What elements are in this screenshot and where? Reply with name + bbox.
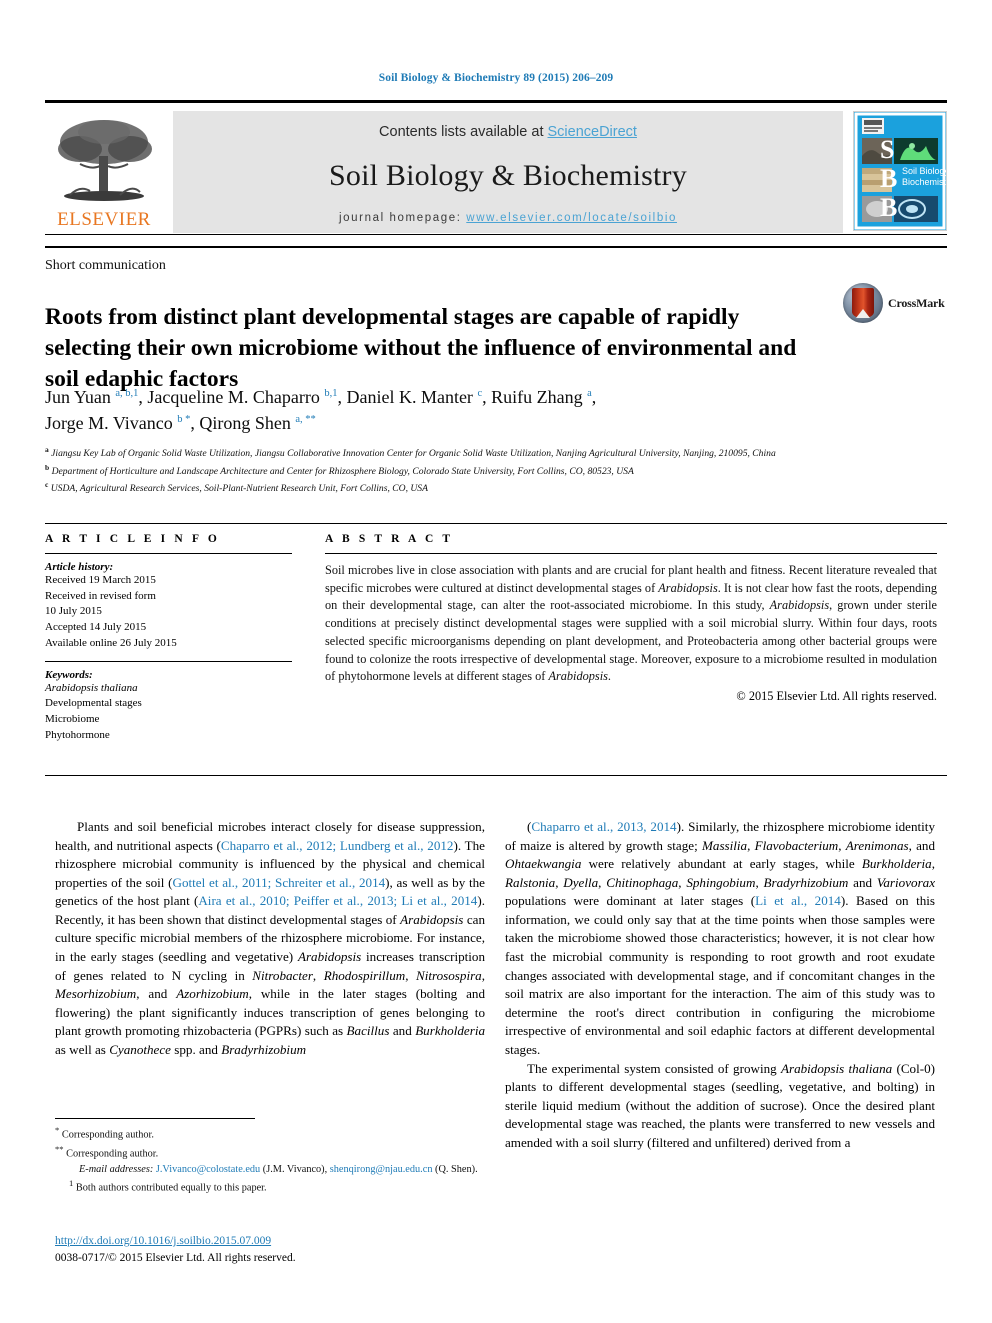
abstract-block: A B S T R A C T Soil microbes live in cl… xyxy=(325,533,937,704)
author-list: Jun Yuan a, b,1, Jacqueline M. Chaparro … xyxy=(45,384,845,436)
history-revised: Received in revised form xyxy=(45,589,156,602)
body-column-right: (Chaparro et al., 2013, 2014). Similarly… xyxy=(505,818,935,1152)
body-paragraph-1: Plants and soil beneficial microbes inte… xyxy=(55,819,486,1057)
article-section-type: Short communication xyxy=(45,258,166,273)
keyword-1: Developmental stages xyxy=(45,697,142,710)
journal-article-page: Soil Biology & Biochemistry 89 (2015) 20… xyxy=(0,0,992,1323)
history-revised-date: 10 July 2015 xyxy=(45,605,102,618)
contents-prefix: Contents lists available at xyxy=(379,124,548,140)
footnotes-block: * Corresponding author. ** Corresponding… xyxy=(55,1124,487,1196)
journal-title: Soil Biology & Biochemistry xyxy=(329,159,687,192)
info-top-rule xyxy=(45,523,947,524)
footnote-equal-contribution: 1 Both authors contributed equally to th… xyxy=(69,1178,267,1194)
article-head-rule xyxy=(45,246,947,248)
svg-text:B: B xyxy=(880,193,897,222)
svg-text:S: S xyxy=(880,135,894,164)
masthead-bottom-rule xyxy=(45,234,947,235)
affiliations: a Jiangsu Key Lab of Organic Solid Waste… xyxy=(45,444,935,497)
running-head: Soil Biology & Biochemistry 89 (2015) 20… xyxy=(378,72,614,84)
elsevier-tree-icon xyxy=(58,120,152,201)
footnote-separator xyxy=(55,1118,255,1119)
doi-link[interactable]: http://dx.doi.org/10.1016/j.soilbio.2015… xyxy=(55,1235,271,1247)
body-paragraph-3: The experimental system consisted of gro… xyxy=(505,1060,936,1150)
history-received: Received 19 March 2015 xyxy=(45,574,156,586)
crossmark-book-icon xyxy=(852,288,874,318)
elsevier-wordmark: ELSEVIER xyxy=(57,209,151,230)
body-column-left: Plants and soil beneficial microbes inte… xyxy=(55,818,485,1060)
abstract-heading: A B S T R A C T xyxy=(325,533,454,545)
keyword-2: Microbiome xyxy=(45,713,100,726)
footnote-corresponding-1: * Corresponding author. xyxy=(55,1125,154,1141)
affiliation-c: c USDA, Agricultural Research Services, … xyxy=(45,480,428,495)
footnote-corresponding-2: ** Corresponding author. xyxy=(55,1143,159,1160)
crossmark-label: CrossMark xyxy=(888,296,945,310)
history-accepted: Accepted 14 July 2015 xyxy=(45,621,147,634)
journal-homepage-link[interactable]: www.elsevier.com/locate/soilbio xyxy=(466,212,677,224)
history-online: Available online 26 July 2015 xyxy=(45,636,177,649)
article-info-block: A R T I C L E I N F O Article history: R… xyxy=(45,533,292,752)
journal-banner: Contents lists available at ScienceDirec… xyxy=(173,111,843,233)
abstract-copyright: © 2015 Elsevier Ltd. All rights reserved… xyxy=(736,688,937,703)
sciencedirect-link[interactable]: ScienceDirect xyxy=(548,124,637,140)
affiliation-a: a Jiangsu Key Lab of Organic Solid Waste… xyxy=(45,445,776,460)
doi-block: http://dx.doi.org/10.1016/j.soilbio.2015… xyxy=(55,1233,495,1266)
affiliation-b: b Department of Horticulture and Landsca… xyxy=(45,462,634,477)
keyword-3: Phytohormone xyxy=(45,728,110,741)
journal-cover-thumbnail[interactable]: S B B Soil Biology & Biochemistry xyxy=(853,111,947,231)
abstract-text: Soil microbes live in close association … xyxy=(325,563,937,684)
contents-available-line: Contents lists available at ScienceDirec… xyxy=(379,124,637,140)
abstract-bottom-rule xyxy=(45,775,947,776)
article-history-group: Article history: Received 19 March 2015 … xyxy=(45,554,292,661)
crossmark-circle-icon xyxy=(843,283,883,323)
author-line-2: Jorge M. Vivanco b *, Qirong Shen a, ** xyxy=(45,413,316,434)
page-title: Roots from distinct plant developmental … xyxy=(45,303,797,393)
journal-homepage-line: journal homepage: www.elsevier.com/locat… xyxy=(339,212,677,224)
keyword-0: Arabidopsis thaliana xyxy=(45,681,138,694)
svg-text:Soil Biology &: Soil Biology & xyxy=(902,166,946,176)
elsevier-logo: ELSEVIER xyxy=(45,111,163,233)
crossmark-badge[interactable]: CrossMark xyxy=(843,283,947,325)
issn-copyright: 0038-0717/© 2015 Elsevier Ltd. All right… xyxy=(55,1251,296,1264)
article-history-label: Article history: xyxy=(45,561,114,573)
body-paragraph-2: (Chaparro et al., 2013, 2014). Similarly… xyxy=(505,819,936,1057)
author-line-1: Jun Yuan a, b,1, Jacqueline M. Chaparro … xyxy=(45,387,597,407)
homepage-prefix: journal homepage: xyxy=(339,212,467,224)
footnote-emails: E-mail addresses: J.Vivanco@colostate.ed… xyxy=(79,1163,478,1175)
cover-artwork: S B B Soil Biology & Biochemistry xyxy=(854,112,946,230)
svg-text:Biochemistry: Biochemistry xyxy=(902,177,946,187)
journal-masthead: ELSEVIER Contents lists available at Sci… xyxy=(45,100,947,233)
svg-text:B: B xyxy=(880,164,897,193)
keywords-label: Keywords: xyxy=(45,668,93,681)
article-info-heading: A R T I C L E I N F O xyxy=(45,533,220,545)
keywords-group: Keywords: Arabidopsis thaliana Developme… xyxy=(45,662,292,753)
